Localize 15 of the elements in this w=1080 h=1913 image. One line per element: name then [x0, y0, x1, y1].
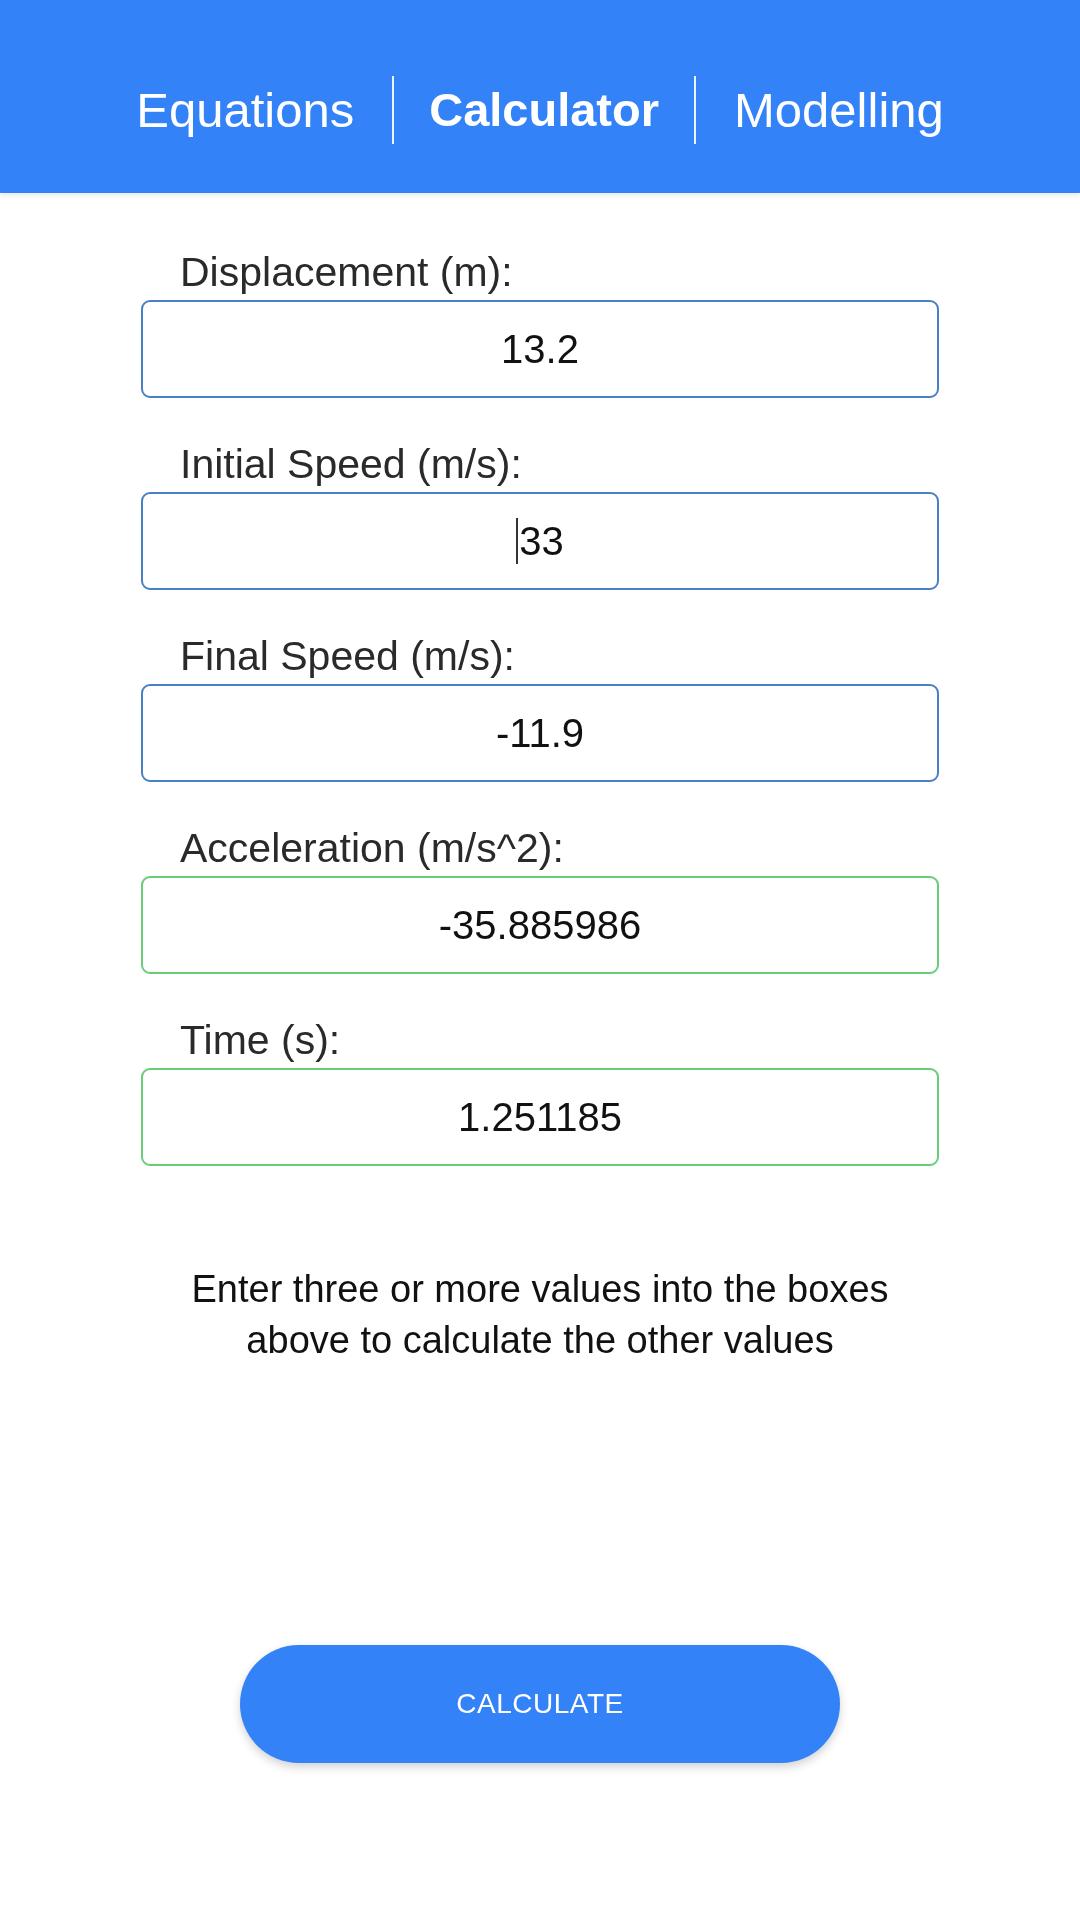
input-field[interactable]: -35.885986 — [141, 876, 939, 974]
input-field[interactable]: 13.2 — [141, 300, 939, 398]
instruction-text: Enter three or more values into the boxes above to calculate the other values — [190, 1267, 890, 1363]
field-label: Time (s): — [179, 1017, 341, 1063]
tab[interactable]: Equations — [98, 80, 393, 139]
input-field[interactable]: -11.9 — [141, 684, 939, 782]
calculate-button[interactable]: CALCULATE — [240, 1645, 840, 1763]
field-label: Displacement (m): — [179, 249, 513, 295]
field-label: Acceleration (m/s^2): — [179, 825, 564, 871]
field-label: Initial Speed (m/s): — [179, 441, 522, 487]
tab[interactable]: Calculator — [394, 80, 695, 139]
tab[interactable]: Modelling — [696, 80, 982, 139]
input-field[interactable]: 1.251185 — [141, 1068, 939, 1166]
field-label: Final Speed (m/s): — [179, 633, 515, 679]
input-field[interactable]: 33 — [141, 492, 939, 590]
